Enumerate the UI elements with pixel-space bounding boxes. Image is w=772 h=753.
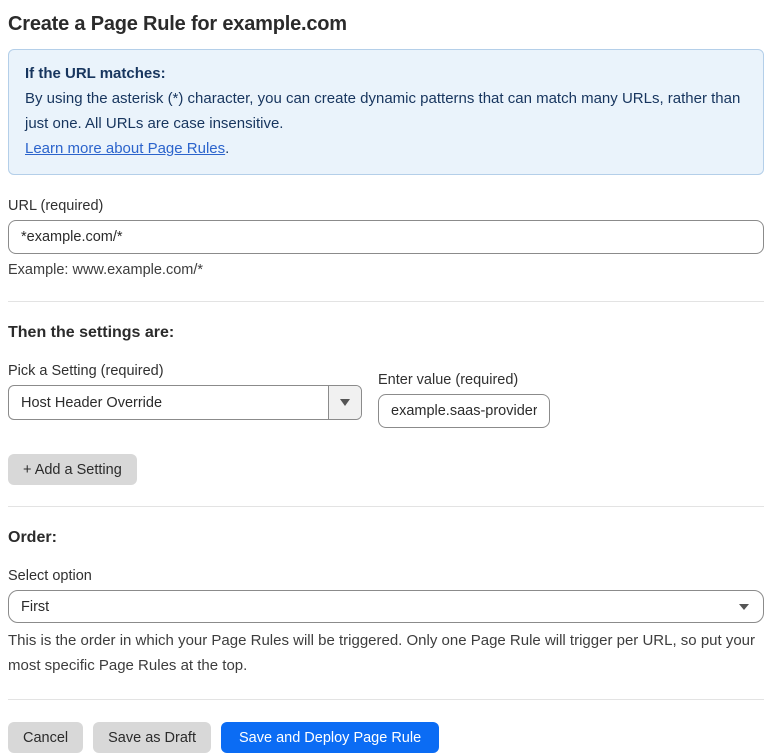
setting-select[interactable]: Host Header Override xyxy=(8,385,362,420)
url-example-help: Example: www.example.com/* xyxy=(8,262,204,278)
pick-setting-column: Pick a Setting (required) Host Header Ov… xyxy=(8,361,362,420)
url-matches-info-box: If the URL matches: By using the asteris… xyxy=(8,49,764,175)
info-box-body: By using the asterisk (*) character, you… xyxy=(25,90,741,132)
add-setting-button[interactable]: + Add a Setting xyxy=(8,454,137,485)
save-as-draft-button[interactable]: Save as Draft xyxy=(93,722,211,753)
info-box-heading: If the URL matches: xyxy=(25,65,166,82)
url-field-block: URL (required) Example: www.example.com/… xyxy=(8,196,764,280)
info-box-link-line: Learn more about Page Rules. xyxy=(25,136,747,161)
url-input[interactable] xyxy=(8,220,764,254)
settings-section-heading: Then the settings are: xyxy=(8,324,175,341)
enter-value-label: Enter value (required) xyxy=(378,372,519,388)
cancel-button[interactable]: Cancel xyxy=(8,722,84,753)
setting-select-arrow-button[interactable] xyxy=(328,386,361,419)
add-setting-wrap: + Add a Setting xyxy=(8,454,764,485)
settings-row: Pick a Setting (required) Host Header Ov… xyxy=(8,361,764,428)
pick-setting-label: Pick a Setting (required) xyxy=(8,363,164,379)
enter-value-column: Enter value (required) xyxy=(378,370,550,428)
order-section-heading: Order: xyxy=(8,529,57,546)
order-select-label: Select option xyxy=(8,568,92,584)
learn-more-link[interactable]: Learn more about Page Rules xyxy=(25,140,225,157)
page-title: Create a Page Rule for example.com xyxy=(8,13,347,35)
order-select[interactable]: First xyxy=(8,590,764,623)
divider xyxy=(8,506,764,507)
footer-actions: Cancel Save as Draft Save and Deploy Pag… xyxy=(8,722,764,753)
chevron-down-icon xyxy=(340,399,350,406)
setting-value-input[interactable] xyxy=(378,394,550,428)
link-period: . xyxy=(225,140,230,157)
save-and-deploy-button[interactable]: Save and Deploy Page Rule xyxy=(220,722,440,753)
url-label: URL (required) xyxy=(8,198,104,214)
order-help-text: This is the order in which your Page Rul… xyxy=(8,632,756,674)
chevron-down-icon xyxy=(739,603,749,610)
divider xyxy=(8,699,764,700)
order-select-value: First xyxy=(21,598,50,615)
divider xyxy=(8,301,764,302)
setting-select-value: Host Header Override xyxy=(21,394,163,411)
